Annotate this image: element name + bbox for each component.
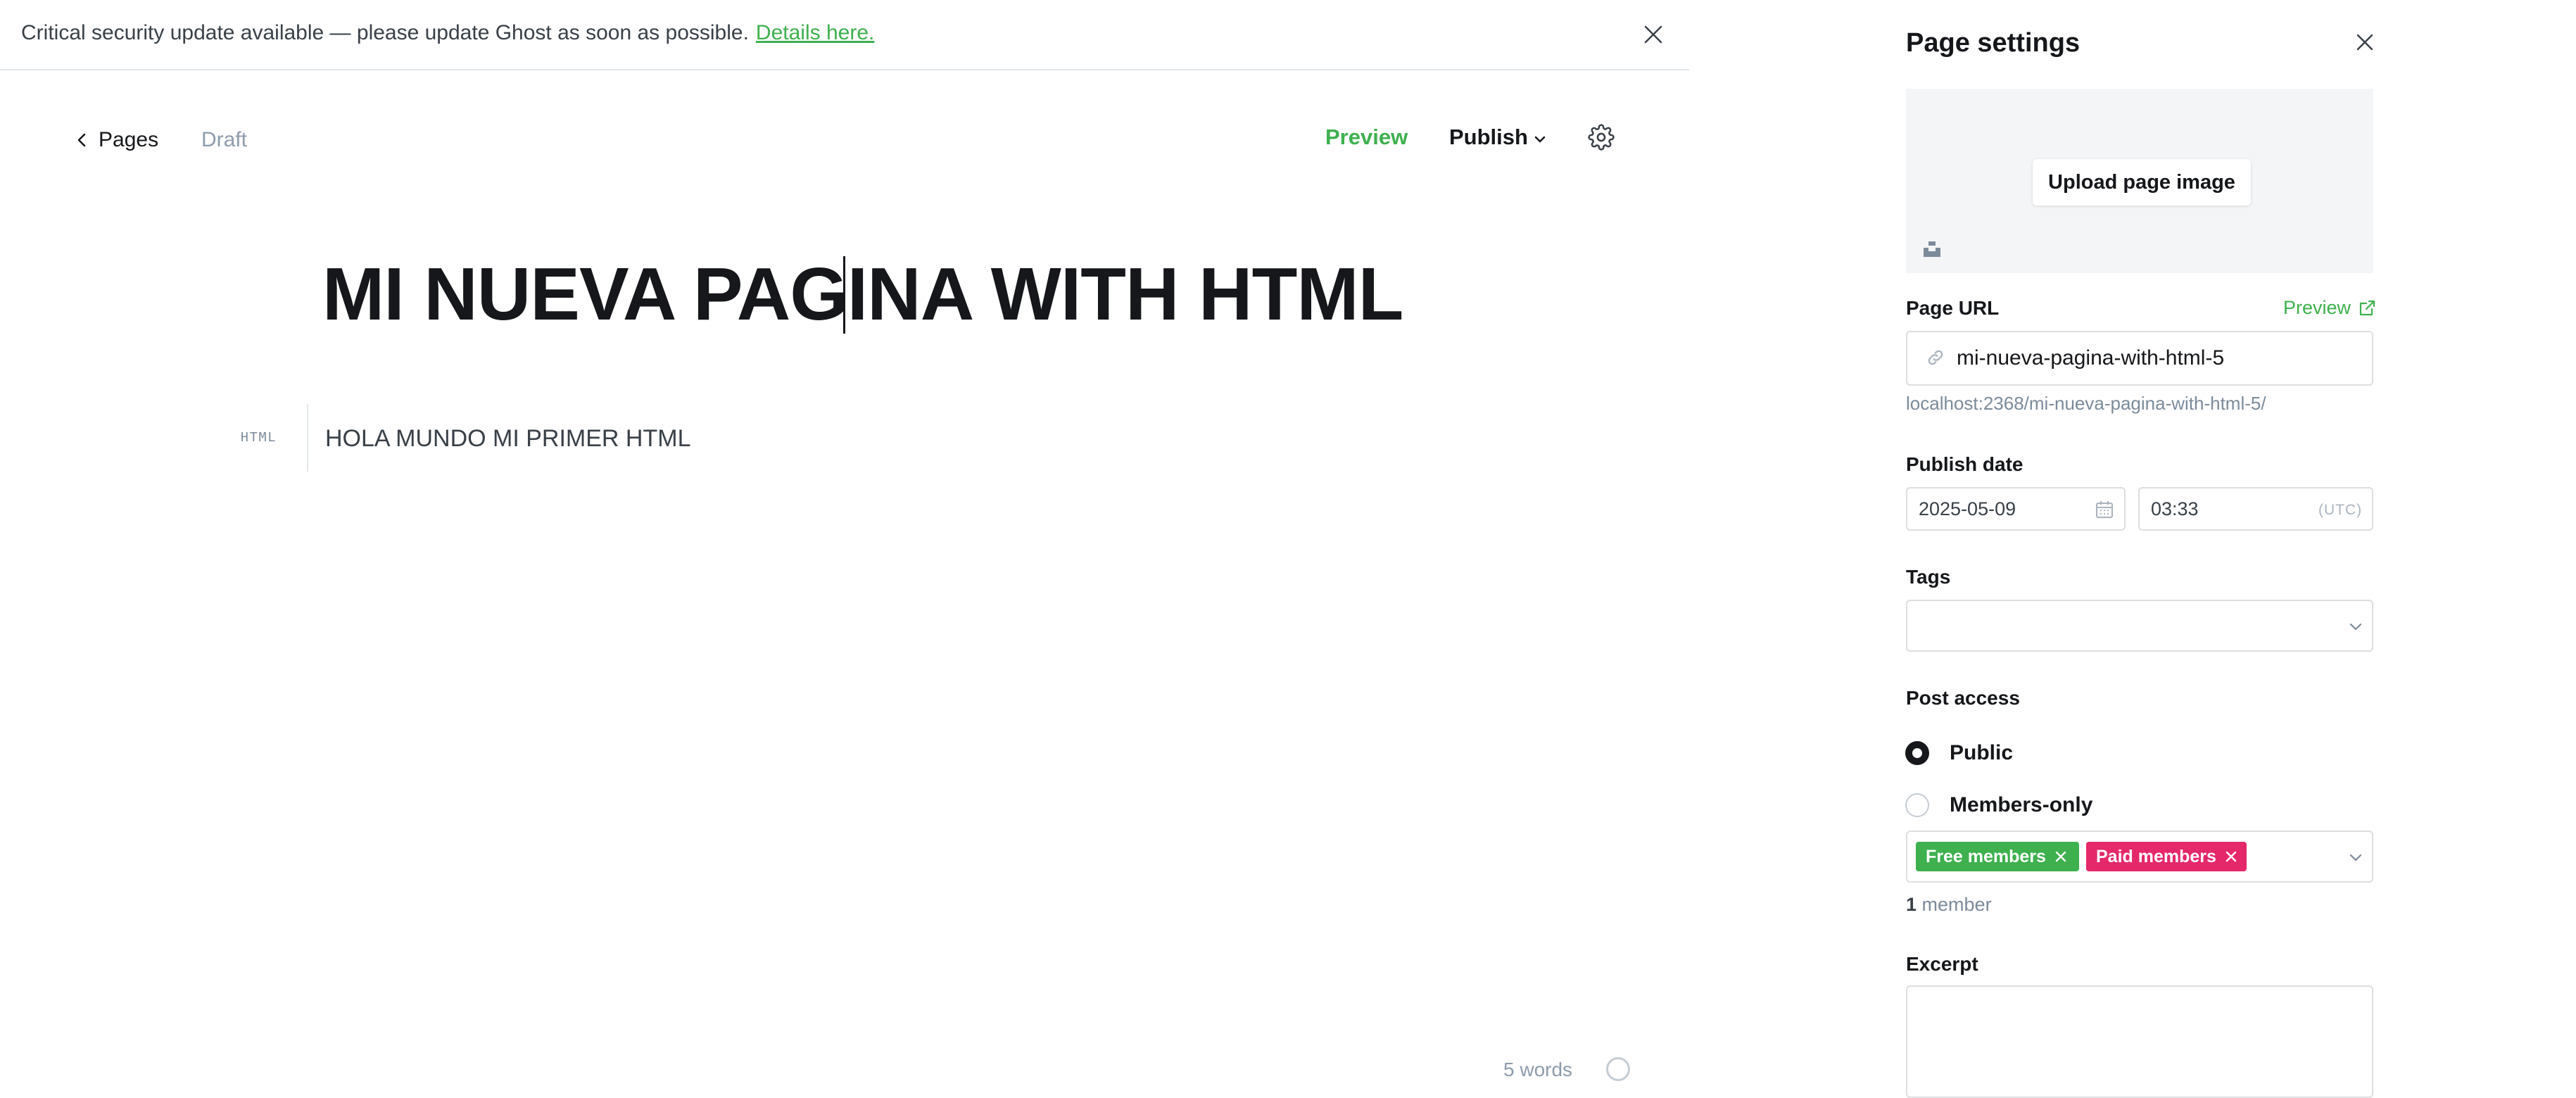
close-settings-icon[interactable] <box>2355 32 2375 52</box>
url-preview-label: Preview <box>2283 297 2351 318</box>
settings-gear-icon[interactable] <box>1588 124 1615 151</box>
radio-members-only-label[interactable]: Members-only <box>1950 793 2092 817</box>
chevron-down-icon <box>1534 135 1546 144</box>
publish-date-input[interactable]: 2025-05-09 <box>1906 487 2126 531</box>
calendar-icon[interactable] <box>2095 500 2114 519</box>
remove-segment-icon[interactable] <box>2054 850 2067 863</box>
publish-time-input[interactable]: 03:33 (UTC) <box>2138 487 2373 531</box>
html-card-divider <box>307 404 308 472</box>
publish-date-label: Publish date <box>1906 453 2023 475</box>
publish-button[interactable]: Publish <box>1449 125 1546 150</box>
page-url-label: Page URL <box>1906 297 2000 319</box>
external-link-icon <box>2358 299 2376 317</box>
segment-token-label: Free members <box>1926 846 2046 866</box>
member-count-unit: member <box>1921 894 1992 915</box>
post-title-input[interactable]: MI NUEVA PAGINA WITH HTML <box>322 252 1403 337</box>
page-url-field[interactable]: mi-nueva-pagina-with-html-5 <box>1906 331 2373 386</box>
banner-message: Critical security update available — ple… <box>21 21 874 45</box>
unsplash-icon[interactable] <box>1921 238 1943 259</box>
html-card-label: HTML <box>241 430 277 445</box>
excerpt-label: Excerpt <box>1906 953 1978 975</box>
segment-token-paid: Paid members <box>2086 842 2247 871</box>
security-banner: Critical security update available — ple… <box>0 0 1689 70</box>
publish-button-label: Publish <box>1449 125 1528 149</box>
radio-members-only[interactable] <box>1905 793 1929 817</box>
excerpt-textarea[interactable] <box>1906 985 2373 1098</box>
segment-token-free: Free members <box>1916 842 2079 871</box>
remove-segment-icon[interactable] <box>2225 850 2237 863</box>
back-to-pages-link[interactable]: Pages <box>76 128 158 152</box>
upload-page-image-button[interactable]: Upload page image <box>2033 159 2251 206</box>
segment-token-label: Paid members <box>2096 846 2216 866</box>
member-count-number: 1 <box>1906 894 1917 915</box>
html-card-content[interactable]: HOLA MUNDO MI PRIMER HTML <box>325 425 690 453</box>
publish-time-value: 03:33 <box>2151 498 2199 519</box>
publish-date-value: 2025-05-09 <box>1919 498 2016 519</box>
back-link-label: Pages <box>99 128 159 151</box>
url-preview-link[interactable]: Preview <box>2283 297 2376 319</box>
post-access-label: Post access <box>1906 687 2020 709</box>
text-caret <box>843 256 845 334</box>
member-segment-select[interactable]: Free members Paid members <box>1906 831 2373 883</box>
tags-label: Tags <box>1906 566 1951 588</box>
link-icon <box>1926 348 1945 367</box>
banner-message-text: Critical security update available — ple… <box>21 21 749 44</box>
chevron-down-icon <box>2348 622 2363 632</box>
help-icon[interactable] <box>1606 1057 1630 1081</box>
full-url-hint: localhost:2368/mi-nueva-pagina-with-html… <box>1906 393 2266 414</box>
word-count: 5 words <box>1503 1059 1573 1080</box>
radio-public-label[interactable]: Public <box>1950 741 2013 765</box>
chevron-down-icon <box>2348 853 2363 863</box>
banner-details-link[interactable]: Details here. <box>756 21 874 44</box>
radio-public[interactable] <box>1905 741 1929 765</box>
settings-panel-title: Page settings <box>1906 28 2081 58</box>
timezone-label: (UTC) <box>2318 502 2363 518</box>
post-status: Draft <box>201 128 248 151</box>
banner-close-icon[interactable] <box>1643 24 1664 45</box>
chevron-left-icon <box>76 132 87 148</box>
preview-button[interactable]: Preview <box>1325 125 1408 150</box>
member-count: 1 member <box>1906 894 1992 916</box>
tags-select[interactable] <box>1906 600 2373 652</box>
page-url-slug: mi-nueva-pagina-with-html-5 <box>1957 346 2225 370</box>
